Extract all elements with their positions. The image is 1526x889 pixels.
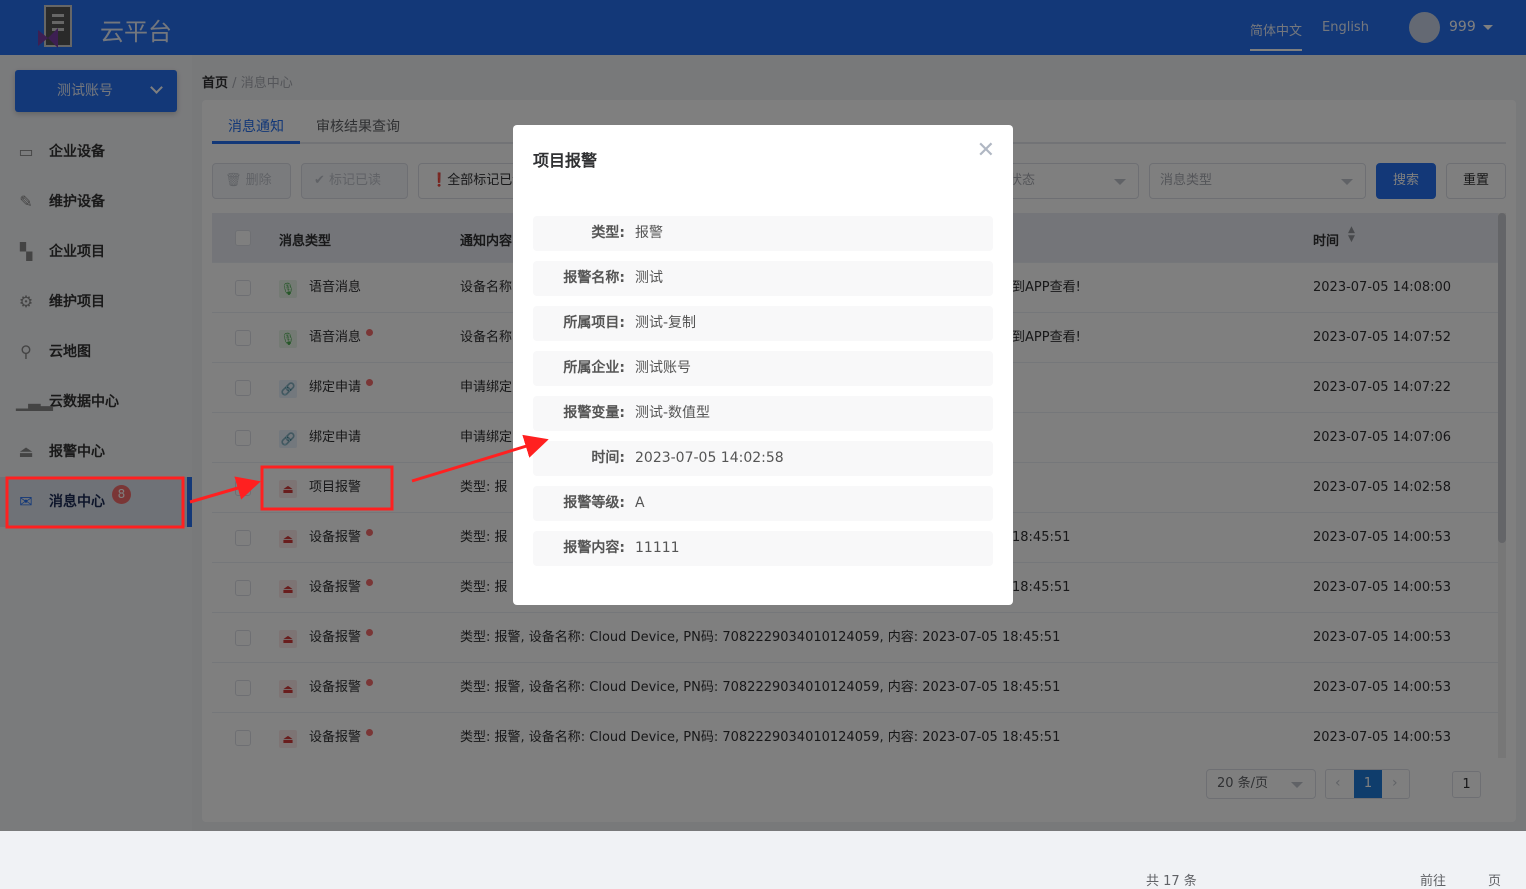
alarm-detail-dialog: 项目报警 ✕ 类型: 报警 报警名称: 测试 所属项目: 测试-复制 所属企业: 测试账号 报警… (513, 125, 1013, 605)
total-count: 共 17 条 (1146, 874, 1197, 889)
field-label: 报警内容: (563, 540, 625, 556)
field-value: 测试账号 (635, 360, 691, 376)
detail-field: 所属企业: 测试账号 (533, 351, 993, 386)
detail-field: 报警等级: A (533, 486, 993, 521)
close-icon[interactable]: ✕ (977, 139, 995, 163)
detail-field: 类型: 报警 (533, 216, 993, 251)
field-label: 类型: (591, 225, 625, 241)
detail-field: 报警变量: 测试-数值型 (533, 396, 993, 431)
field-value: 11111 (635, 540, 680, 556)
field-value: 测试-数值型 (635, 405, 711, 421)
field-value: A (635, 495, 645, 511)
field-label: 报警变量: (563, 405, 625, 421)
goto-label: 前往 (1420, 874, 1447, 889)
field-label: 时间: (591, 450, 625, 466)
field-label: 所属企业: (563, 360, 625, 376)
detail-field: 报警名称: 测试 (533, 261, 993, 296)
field-value: 测试-复制 (635, 315, 697, 331)
detail-field: 报警内容: 11111 (533, 531, 993, 566)
dialog-title: 项目报警 (533, 151, 598, 170)
page-unit: 页 (1488, 874, 1502, 889)
field-value: 测试 (635, 270, 663, 286)
field-value: 报警 (635, 225, 663, 241)
field-label: 所属项目: (563, 315, 625, 331)
field-label: 报警名称: (563, 270, 625, 286)
field-value: 2023-07-05 14:02:58 (635, 450, 784, 466)
field-label: 报警等级: (563, 495, 625, 511)
detail-field: 时间: 2023-07-05 14:02:58 (533, 441, 993, 476)
detail-field: 所属项目: 测试-复制 (533, 306, 993, 341)
